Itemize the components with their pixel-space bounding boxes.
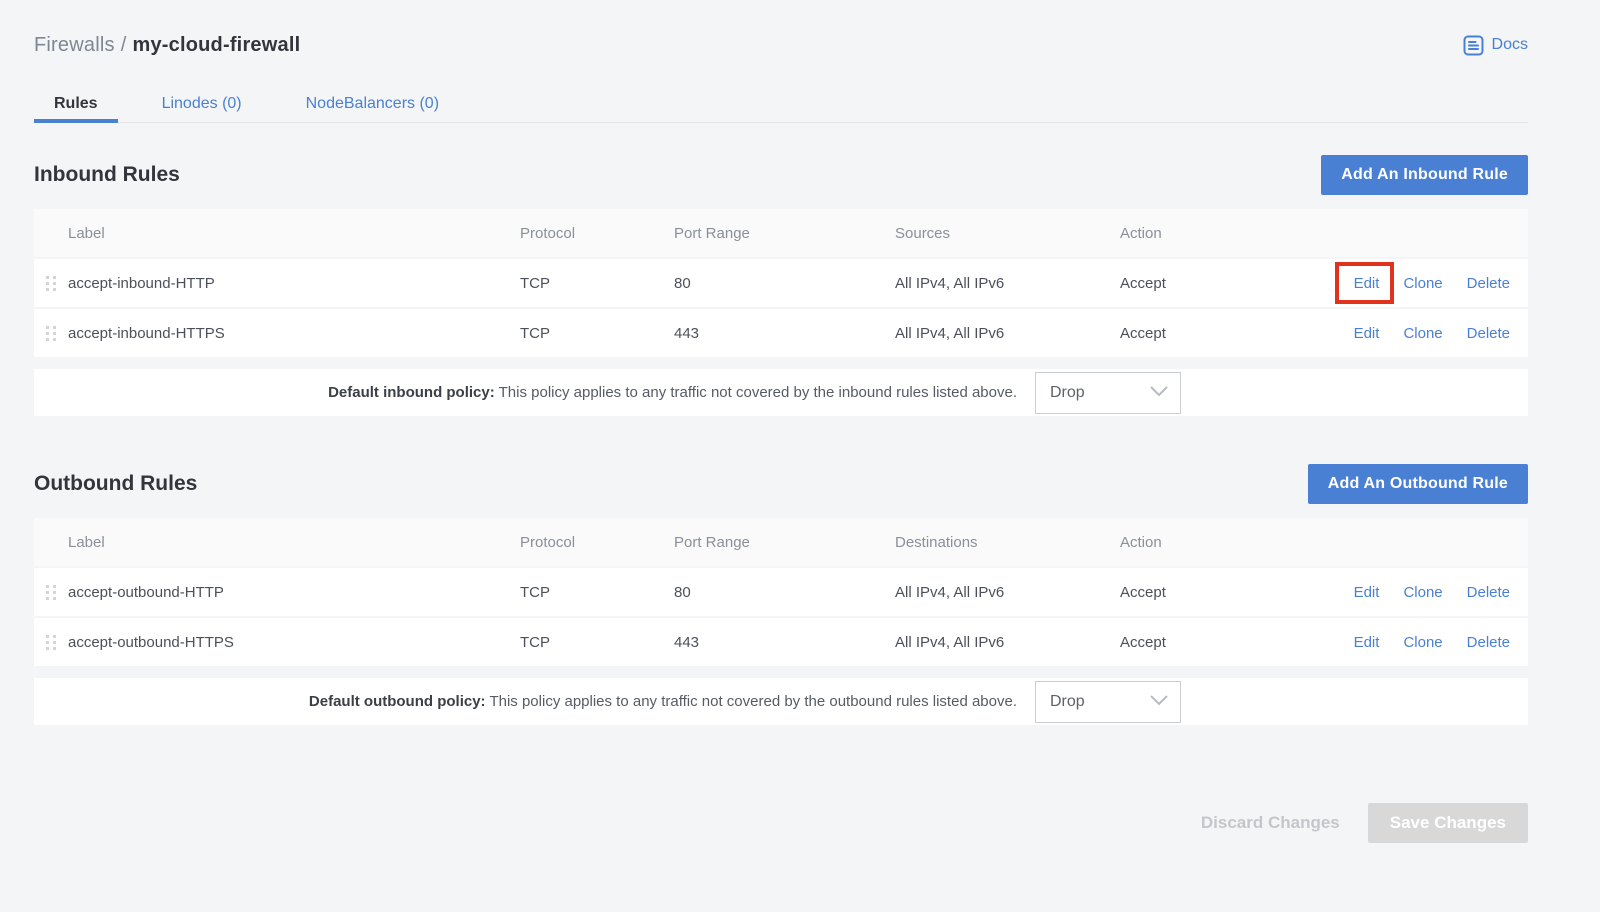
rule-action: Accept [1120, 634, 1320, 651]
clone-rule-link[interactable]: Clone [1403, 275, 1442, 292]
edit-rule-link[interactable]: Edit [1354, 634, 1380, 651]
outbound-policy-value: Drop [1050, 693, 1085, 711]
rule-protocol: TCP [520, 325, 674, 342]
col-destinations: Destinations [895, 534, 1120, 551]
rule-port: 80 [674, 584, 895, 601]
inbound-rule-row-https: accept-inbound-HTTPS TCP 443 All IPv4, A… [34, 309, 1528, 357]
clone-rule-link[interactable]: Clone [1403, 584, 1442, 601]
drag-handle-icon[interactable] [34, 324, 68, 343]
chevron-down-icon [1150, 693, 1168, 711]
rule-port: 443 [674, 634, 895, 651]
rule-port: 80 [674, 275, 895, 292]
col-label: Label [68, 534, 520, 551]
drag-handle-icon[interactable] [34, 633, 68, 652]
outbound-title: Outbound Rules [34, 472, 197, 496]
outbound-policy-text: Default outbound policy: This policy app… [34, 693, 1017, 710]
chevron-down-icon [1150, 384, 1168, 402]
add-inbound-rule-button[interactable]: Add An Inbound Rule [1321, 155, 1528, 195]
inbound-policy-value: Drop [1050, 384, 1085, 402]
clone-rule-link[interactable]: Clone [1403, 634, 1442, 651]
rule-sources: All IPv4, All IPv6 [895, 325, 1120, 342]
rule-protocol: TCP [520, 634, 674, 651]
inbound-title: Inbound Rules [34, 163, 180, 187]
col-action: Action [1120, 225, 1320, 242]
rule-action: Accept [1120, 584, 1320, 601]
outbound-policy-description: This policy applies to any traffic not c… [486, 693, 1017, 710]
tab-nodebalancers[interactable]: NodeBalancers (0) [286, 86, 459, 122]
outbound-rule-row-http: accept-outbound-HTTP TCP 80 All IPv4, Al… [34, 568, 1528, 616]
delete-rule-link[interactable]: Delete [1467, 584, 1510, 601]
rule-port: 443 [674, 325, 895, 342]
inbound-rule-row-http: accept-inbound-HTTP TCP 80 All IPv4, All… [34, 259, 1528, 307]
default-outbound-policy-select[interactable]: Drop [1035, 681, 1181, 723]
firewall-detail-page: Firewalls /my-cloud-firewall Docs Rules L… [0, 0, 1562, 843]
rule-action: Accept [1120, 325, 1320, 342]
outbound-policy-row: Default outbound policy: This policy app… [34, 678, 1528, 725]
col-sources: Sources [895, 225, 1120, 242]
clone-rule-link[interactable]: Clone [1403, 325, 1442, 342]
rule-destinations: All IPv4, All IPv6 [895, 634, 1120, 651]
col-action: Action [1120, 534, 1320, 551]
col-port-range: Port Range [674, 534, 895, 551]
rule-action: Accept [1120, 275, 1320, 292]
col-protocol: Protocol [520, 225, 674, 242]
outbound-table-header: Label Protocol Port Range Destinations A… [34, 518, 1528, 566]
col-protocol: Protocol [520, 534, 674, 551]
rule-sources: All IPv4, All IPv6 [895, 275, 1120, 292]
delete-rule-link[interactable]: Delete [1467, 325, 1510, 342]
rule-label: accept-inbound-HTTP [68, 275, 520, 292]
outbound-rule-row-https: accept-outbound-HTTPS TCP 443 All IPv4, … [34, 618, 1528, 666]
edit-rule-link[interactable]: Edit [1354, 584, 1380, 601]
col-port-range: Port Range [674, 225, 895, 242]
add-outbound-rule-button[interactable]: Add An Outbound Rule [1308, 464, 1528, 504]
breadcrumb-firewalls[interactable]: Firewalls [34, 34, 115, 56]
footer-actions: Discard Changes Save Changes [34, 803, 1528, 843]
inbound-policy-description: This policy applies to any traffic not c… [495, 384, 1017, 401]
inbound-table-header: Label Protocol Port Range Sources Action [34, 209, 1528, 257]
tabs: Rules Linodes (0) NodeBalancers (0) [34, 86, 1528, 123]
rule-label: accept-inbound-HTTPS [68, 325, 520, 342]
inbound-rules-table: Label Protocol Port Range Sources Action… [34, 209, 1528, 357]
edit-rule-link[interactable]: Edit [1354, 275, 1380, 292]
drag-handle-icon[interactable] [34, 274, 68, 293]
tab-linodes[interactable]: Linodes (0) [142, 86, 262, 122]
delete-rule-link[interactable]: Delete [1467, 634, 1510, 651]
outbound-rules-table: Label Protocol Port Range Destinations A… [34, 518, 1528, 666]
tab-rules[interactable]: Rules [34, 86, 118, 122]
outbound-policy-label: Default outbound policy: [309, 693, 486, 710]
docs-label: Docs [1492, 36, 1528, 54]
save-changes-button[interactable]: Save Changes [1368, 803, 1528, 843]
inbound-policy-text: Default inbound policy: This policy appl… [34, 384, 1017, 401]
breadcrumb: Firewalls /my-cloud-firewall [34, 34, 300, 57]
breadcrumb-separator: / [121, 34, 127, 56]
discard-changes-button[interactable]: Discard Changes [1201, 813, 1340, 833]
inbound-policy-row: Default inbound policy: This policy appl… [34, 369, 1528, 416]
col-label: Label [68, 225, 520, 242]
edit-rule-link[interactable]: Edit [1354, 325, 1380, 342]
rule-destinations: All IPv4, All IPv6 [895, 584, 1120, 601]
drag-handle-icon[interactable] [34, 583, 68, 602]
rule-protocol: TCP [520, 584, 674, 601]
inbound-policy-label: Default inbound policy: [328, 384, 495, 401]
rule-protocol: TCP [520, 275, 674, 292]
delete-rule-link[interactable]: Delete [1467, 275, 1510, 292]
default-inbound-policy-select[interactable]: Drop [1035, 372, 1181, 414]
inbound-section-header: Inbound Rules Add An Inbound Rule [34, 155, 1528, 195]
rule-label: accept-outbound-HTTP [68, 584, 520, 601]
rule-label: accept-outbound-HTTPS [68, 634, 520, 651]
outbound-section-header: Outbound Rules Add An Outbound Rule [34, 464, 1528, 504]
edit-label: Edit [1354, 275, 1380, 292]
top-bar: Firewalls /my-cloud-firewall Docs [34, 30, 1528, 60]
breadcrumb-firewall-name: my-cloud-firewall [132, 34, 300, 56]
docs-icon [1463, 35, 1484, 56]
docs-link[interactable]: Docs [1463, 35, 1528, 56]
